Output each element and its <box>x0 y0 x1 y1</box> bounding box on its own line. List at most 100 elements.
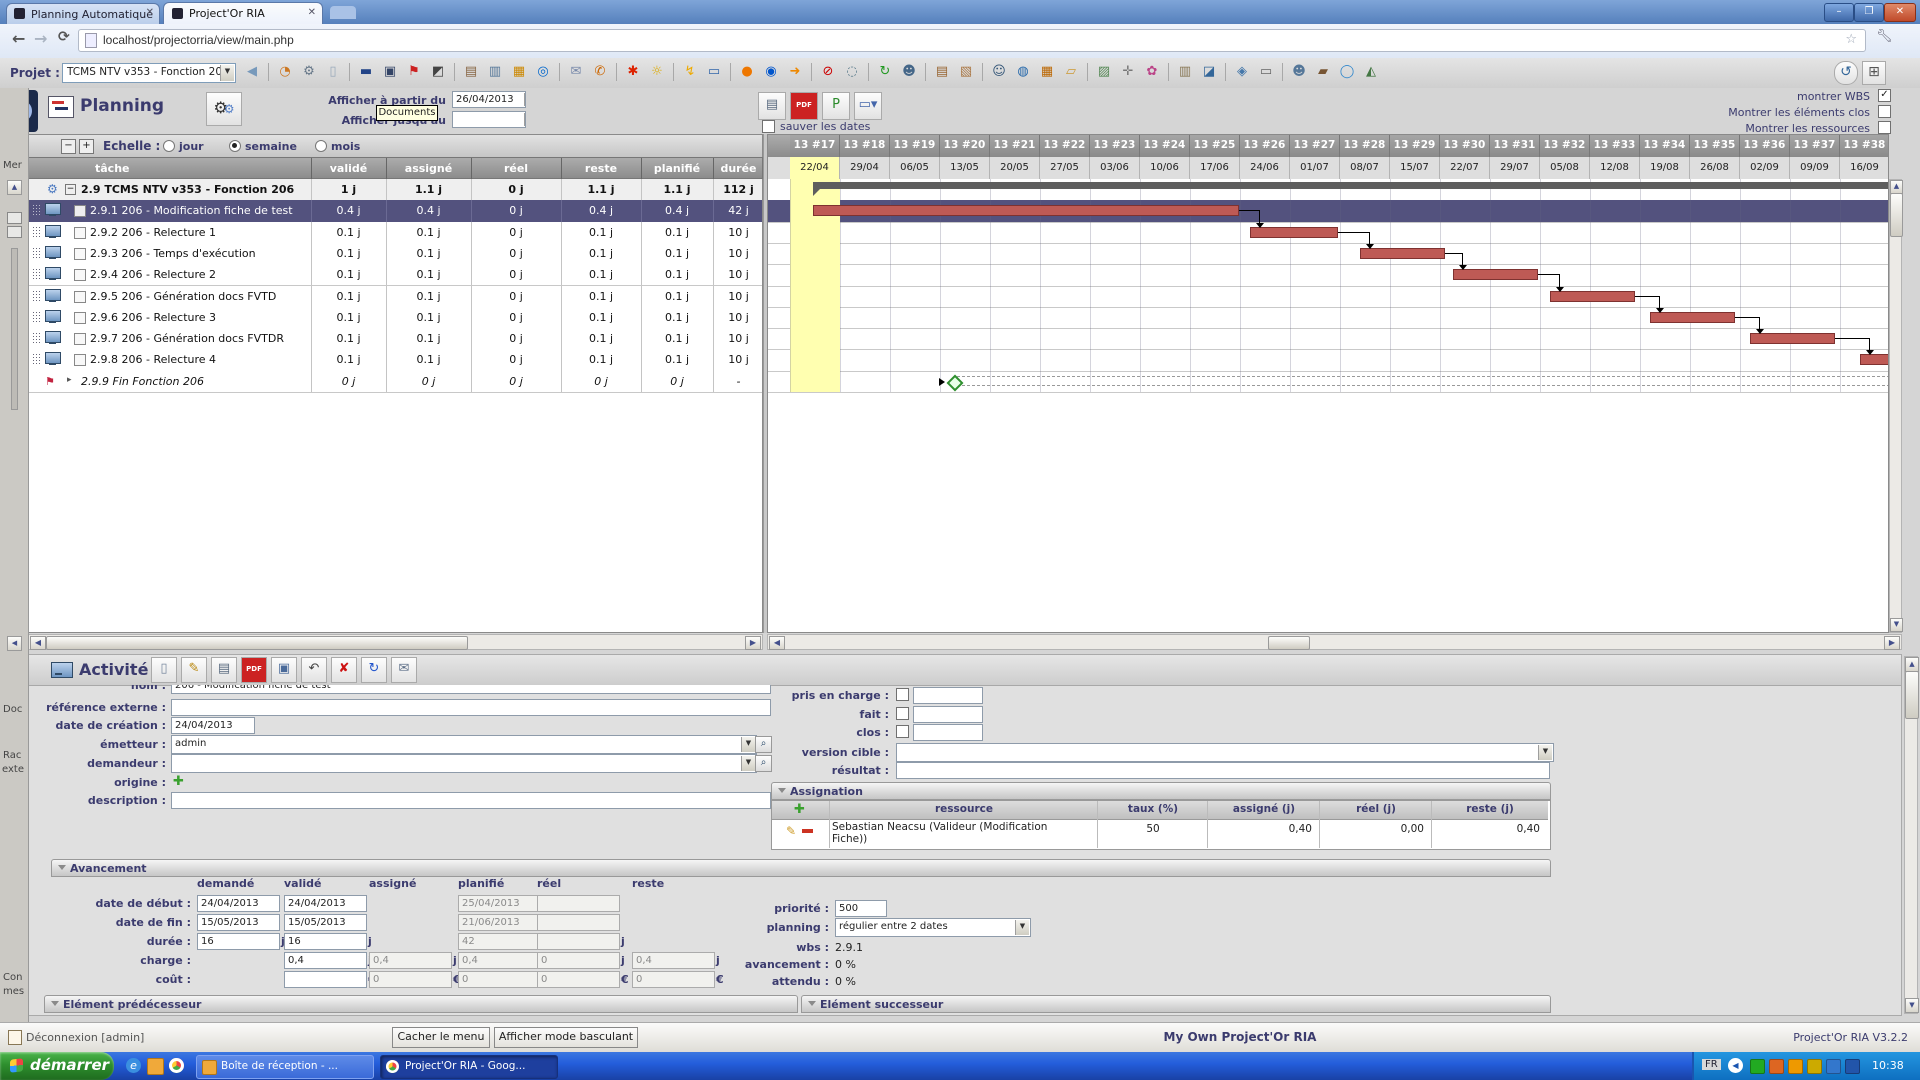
option-checkbox-0[interactable]: ✓ <box>1878 89 1891 102</box>
col-header-tache[interactable]: tâche <box>95 162 130 175</box>
gantt-week-header[interactable]: 13 #17 <box>790 135 840 157</box>
scroll-right-icon[interactable]: ▶ <box>1884 636 1900 650</box>
radio-mois[interactable] <box>315 140 327 152</box>
start-button[interactable]: démarrer <box>0 1052 114 1080</box>
table-row[interactable]: 2.9.3 206 - Temps d'exécution0.1 j0.1 j0… <box>29 243 763 265</box>
web-icon[interactable]: ◯ <box>1337 62 1357 82</box>
col-header-2[interactable]: assigné <box>386 162 471 175</box>
avancement-field[interactable]: 24/04/2013 <box>197 895 280 912</box>
edit-icon[interactable]: ✎ <box>786 824 796 838</box>
clock-icon[interactable]: ◔ <box>275 62 295 82</box>
gantt-task-bar[interactable] <box>813 205 1239 216</box>
task-checkbox[interactable] <box>74 269 86 281</box>
gantt-icon[interactable]: ▤ <box>461 62 481 82</box>
arrow-icon[interactable]: ➜ <box>785 62 805 82</box>
chart-icon[interactable]: ◪ <box>1199 62 1219 82</box>
desc-field[interactable] <box>171 792 771 809</box>
flash-icon[interactable]: ↯ <box>680 62 700 82</box>
table-row[interactable]: 2.9.6 206 - Relecture 30.1 j0.1 j0 j0.1 … <box>29 307 763 329</box>
result-field[interactable] <box>896 762 1550 779</box>
gantt-settings-button[interactable]: ⚙⚙ <box>206 92 242 126</box>
task-button-projector[interactable]: Project'Or RIA - Goog... <box>380 1055 558 1079</box>
chevron-down-icon[interactable]: ▼ <box>524 93 526 106</box>
orange-ball-icon[interactable]: ● <box>737 62 757 82</box>
list-icon[interactable]: ▥ <box>485 62 505 82</box>
gantt-hscrollbar[interactable]: ◀ ▶ <box>767 634 1902 650</box>
task-checkbox[interactable] <box>74 205 86 217</box>
mountain-icon[interactable]: ◭ <box>1361 62 1381 82</box>
charge-checkbox[interactable] <box>896 688 909 701</box>
task-checkbox[interactable] <box>74 227 86 239</box>
pdf-icon[interactable]: PDF <box>790 92 818 120</box>
drag-handle-icon[interactable] <box>32 353 40 366</box>
gantt-date-header[interactable]: 02/09 <box>1740 157 1790 179</box>
gantt-date-header[interactable]: 08/07 <box>1340 157 1390 179</box>
pdf-icon[interactable]: PDF <box>241 657 267 683</box>
gantt-task-bar[interactable] <box>1750 333 1835 344</box>
add-assignment-icon[interactable]: ✚ <box>794 802 805 817</box>
sidebar-label-menu[interactable]: Mer <box>3 160 22 171</box>
sidebar-left-icon[interactable]: ◀ <box>7 636 22 651</box>
chevron-down-icon[interactable]: ▼ <box>1015 920 1029 935</box>
table-row[interactable]: ⚑▸2.9.9 Fin Fonction 2060 j0 j0 j0 j0 j- <box>29 371 763 393</box>
image-icon[interactable]: ▨ <box>1094 62 1114 82</box>
undo-icon[interactable]: ↶ <box>301 657 327 683</box>
scroll-up-icon[interactable]: ▲ <box>1890 180 1903 194</box>
gantt-date-header[interactable]: 24/06 <box>1240 157 1290 179</box>
logout-link[interactable]: Déconnexion [admin] <box>26 1031 144 1044</box>
drag-handle-icon[interactable] <box>32 226 40 239</box>
globe-icon[interactable]: ◍ <box>1013 62 1033 82</box>
agenda-icon[interactable]: ▤ <box>932 62 952 82</box>
window-close-button[interactable]: ✕ <box>1884 3 1916 22</box>
workstation-icon[interactable]: ▣ <box>380 62 400 82</box>
avancement-field[interactable] <box>284 971 367 988</box>
window-maximize-button[interactable]: ❐ <box>1854 3 1884 22</box>
sidebar-slider[interactable] <box>11 248 18 410</box>
clapper-icon[interactable]: ◩ <box>428 62 448 82</box>
gantt-week-header[interactable]: 13 #31 <box>1490 135 1540 157</box>
reload-icon[interactable]: ⟳ <box>58 29 70 45</box>
origin-add-icon[interactable]: ✚ <box>173 774 184 789</box>
refresh-icon[interactable]: ↻ <box>361 657 387 683</box>
chevron-down-icon[interactable]: ▼ <box>220 65 234 81</box>
successor-section-header[interactable]: Elément successeur <box>801 995 1551 1013</box>
gantt-date-header[interactable]: 17/06 <box>1190 157 1240 179</box>
save-dates-checkbox[interactable] <box>762 120 775 133</box>
gear-icon[interactable] <box>1807 1059 1822 1074</box>
clos-date-field[interactable] <box>913 724 983 741</box>
gantt-date-header[interactable]: 10/06 <box>1140 157 1190 179</box>
gantt-week-header[interactable]: 13 #24 <box>1140 135 1190 157</box>
gantt-week-header[interactable]: 13 #25 <box>1190 135 1240 157</box>
gantt-task-bar[interactable] <box>1360 248 1445 259</box>
col-header-3[interactable]: réel <box>471 162 561 175</box>
table-hscrollbar[interactable]: ◀ ▶ <box>28 634 763 650</box>
clos-checkbox[interactable] <box>896 725 909 738</box>
scroll-left-icon[interactable]: ◀ <box>769 636 785 650</box>
tab-close-icon[interactable]: ✕ <box>308 7 316 18</box>
tab-close-icon[interactable]: ✕ <box>146 7 154 18</box>
gantt-date-header[interactable]: 13/05 <box>940 157 990 179</box>
network-icon[interactable] <box>1845 1059 1860 1074</box>
avancement-field[interactable]: 16 <box>284 933 367 950</box>
edit-icon[interactable]: ✎ <box>181 657 207 683</box>
table-row[interactable]: 2.9.7 206 - Génération docs FVTDR0.1 j0.… <box>29 328 763 350</box>
task-checkbox[interactable] <box>74 291 86 303</box>
mail-icon[interactable]: ✉ <box>391 657 417 683</box>
gantt-task-bar[interactable] <box>1250 227 1338 238</box>
col-header-4[interactable]: reste <box>561 162 641 175</box>
gantt-date-header[interactable]: 03/06 <box>1090 157 1140 179</box>
gear-icon[interactable]: ⚙ <box>299 62 319 82</box>
java-icon[interactable] <box>1769 1059 1784 1074</box>
save-layout-icon[interactable]: ⊞ <box>1862 61 1886 85</box>
sidebar-box[interactable] <box>7 212 22 224</box>
gantt-week-header[interactable]: 13 #32 <box>1540 135 1590 157</box>
tab-planning-automatique[interactable]: Planning Automatique ✕ <box>6 3 160 25</box>
remove-icon[interactable] <box>802 829 813 833</box>
avancement-field[interactable]: 15/05/2013 <box>284 914 367 931</box>
briefcase-icon[interactable]: ▰ <box>1313 62 1333 82</box>
gantt-week-header[interactable]: 13 #26 <box>1240 135 1290 157</box>
gantt-week-header[interactable]: 13 #19 <box>890 135 940 157</box>
scroll-right-icon[interactable]: ▶ <box>745 636 761 650</box>
gantt-date-header[interactable]: 20/05 <box>990 157 1040 179</box>
phone-icon[interactable]: ✆ <box>590 62 610 82</box>
